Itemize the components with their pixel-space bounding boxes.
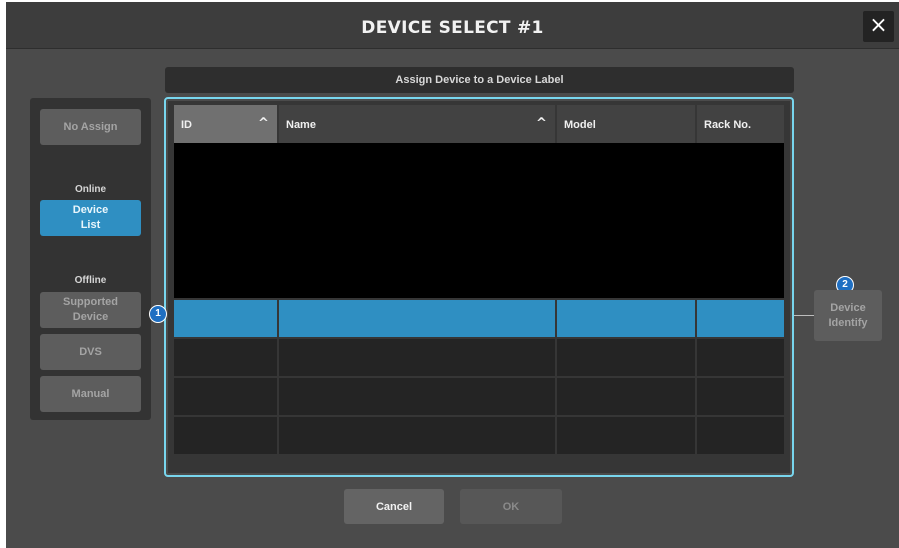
device-table-body: ID ^ Name ^ Model Rack No. bbox=[168, 101, 790, 473]
table-row-selected-rack[interactable] bbox=[697, 300, 784, 337]
table-row-selected-name[interactable] bbox=[279, 300, 555, 337]
online-group-label: Online bbox=[74, 184, 107, 195]
manual-button[interactable]: Manual bbox=[40, 376, 141, 412]
device-list-button[interactable]: Device List bbox=[40, 200, 141, 236]
device-identify-button[interactable]: Device Identify bbox=[814, 290, 882, 341]
column-header-rack-no[interactable]: Rack No. bbox=[697, 105, 784, 143]
sort-ascending-icon: ^ bbox=[536, 116, 547, 131]
table-cell[interactable] bbox=[697, 417, 784, 454]
table-cell[interactable] bbox=[174, 339, 277, 376]
table-cell[interactable] bbox=[279, 339, 555, 376]
source-panel: No Assign Online Device List Offline Sup… bbox=[30, 98, 151, 420]
no-assign-button[interactable]: No Assign bbox=[40, 109, 141, 145]
ok-button[interactable]: OK bbox=[460, 489, 562, 524]
table-cell[interactable] bbox=[174, 417, 277, 454]
table-cell[interactable] bbox=[174, 378, 277, 415]
column-header-rack-no-label: Rack No. bbox=[704, 119, 752, 131]
table-cell[interactable] bbox=[557, 417, 695, 454]
offline-group-label: Offline bbox=[74, 275, 107, 286]
table-cell[interactable] bbox=[697, 339, 784, 376]
column-header-model[interactable]: Model bbox=[557, 105, 695, 143]
table-cell[interactable] bbox=[279, 417, 555, 454]
dialog-title: DEVICE SELECT #1 bbox=[361, 18, 544, 38]
device-table: ID ^ Name ^ Model Rack No. bbox=[164, 97, 794, 477]
cancel-button[interactable]: Cancel bbox=[344, 489, 444, 524]
table-cell[interactable] bbox=[697, 378, 784, 415]
table-cell[interactable] bbox=[279, 378, 555, 415]
supported-device-button[interactable]: Supported Device bbox=[40, 292, 141, 328]
column-header-model-label: Model bbox=[564, 119, 596, 131]
sort-ascending-icon: ^ bbox=[258, 116, 269, 131]
table-cell[interactable] bbox=[557, 378, 695, 415]
table-cell[interactable] bbox=[557, 339, 695, 376]
column-header-id-label: ID bbox=[181, 119, 192, 131]
table-row-selected-model[interactable] bbox=[557, 300, 695, 337]
dvs-button[interactable]: DVS bbox=[40, 334, 141, 370]
empty-list-area bbox=[174, 143, 784, 298]
column-header-name[interactable]: Name ^ bbox=[279, 105, 555, 143]
table-row-selected-id[interactable] bbox=[174, 300, 277, 337]
column-header-id[interactable]: ID ^ bbox=[174, 105, 277, 143]
assign-device-label-bar: Assign Device to a Device Label bbox=[165, 67, 794, 93]
close-icon[interactable]: × bbox=[863, 11, 894, 42]
callout-connector-line bbox=[794, 315, 815, 316]
device-select-dialog: DEVICE SELECT #1 × Assign Device to a De… bbox=[6, 2, 899, 548]
title-bar: DEVICE SELECT #1 × bbox=[6, 2, 899, 49]
column-header-name-label: Name bbox=[286, 119, 316, 131]
callout-badge-1: 1 bbox=[149, 305, 167, 323]
